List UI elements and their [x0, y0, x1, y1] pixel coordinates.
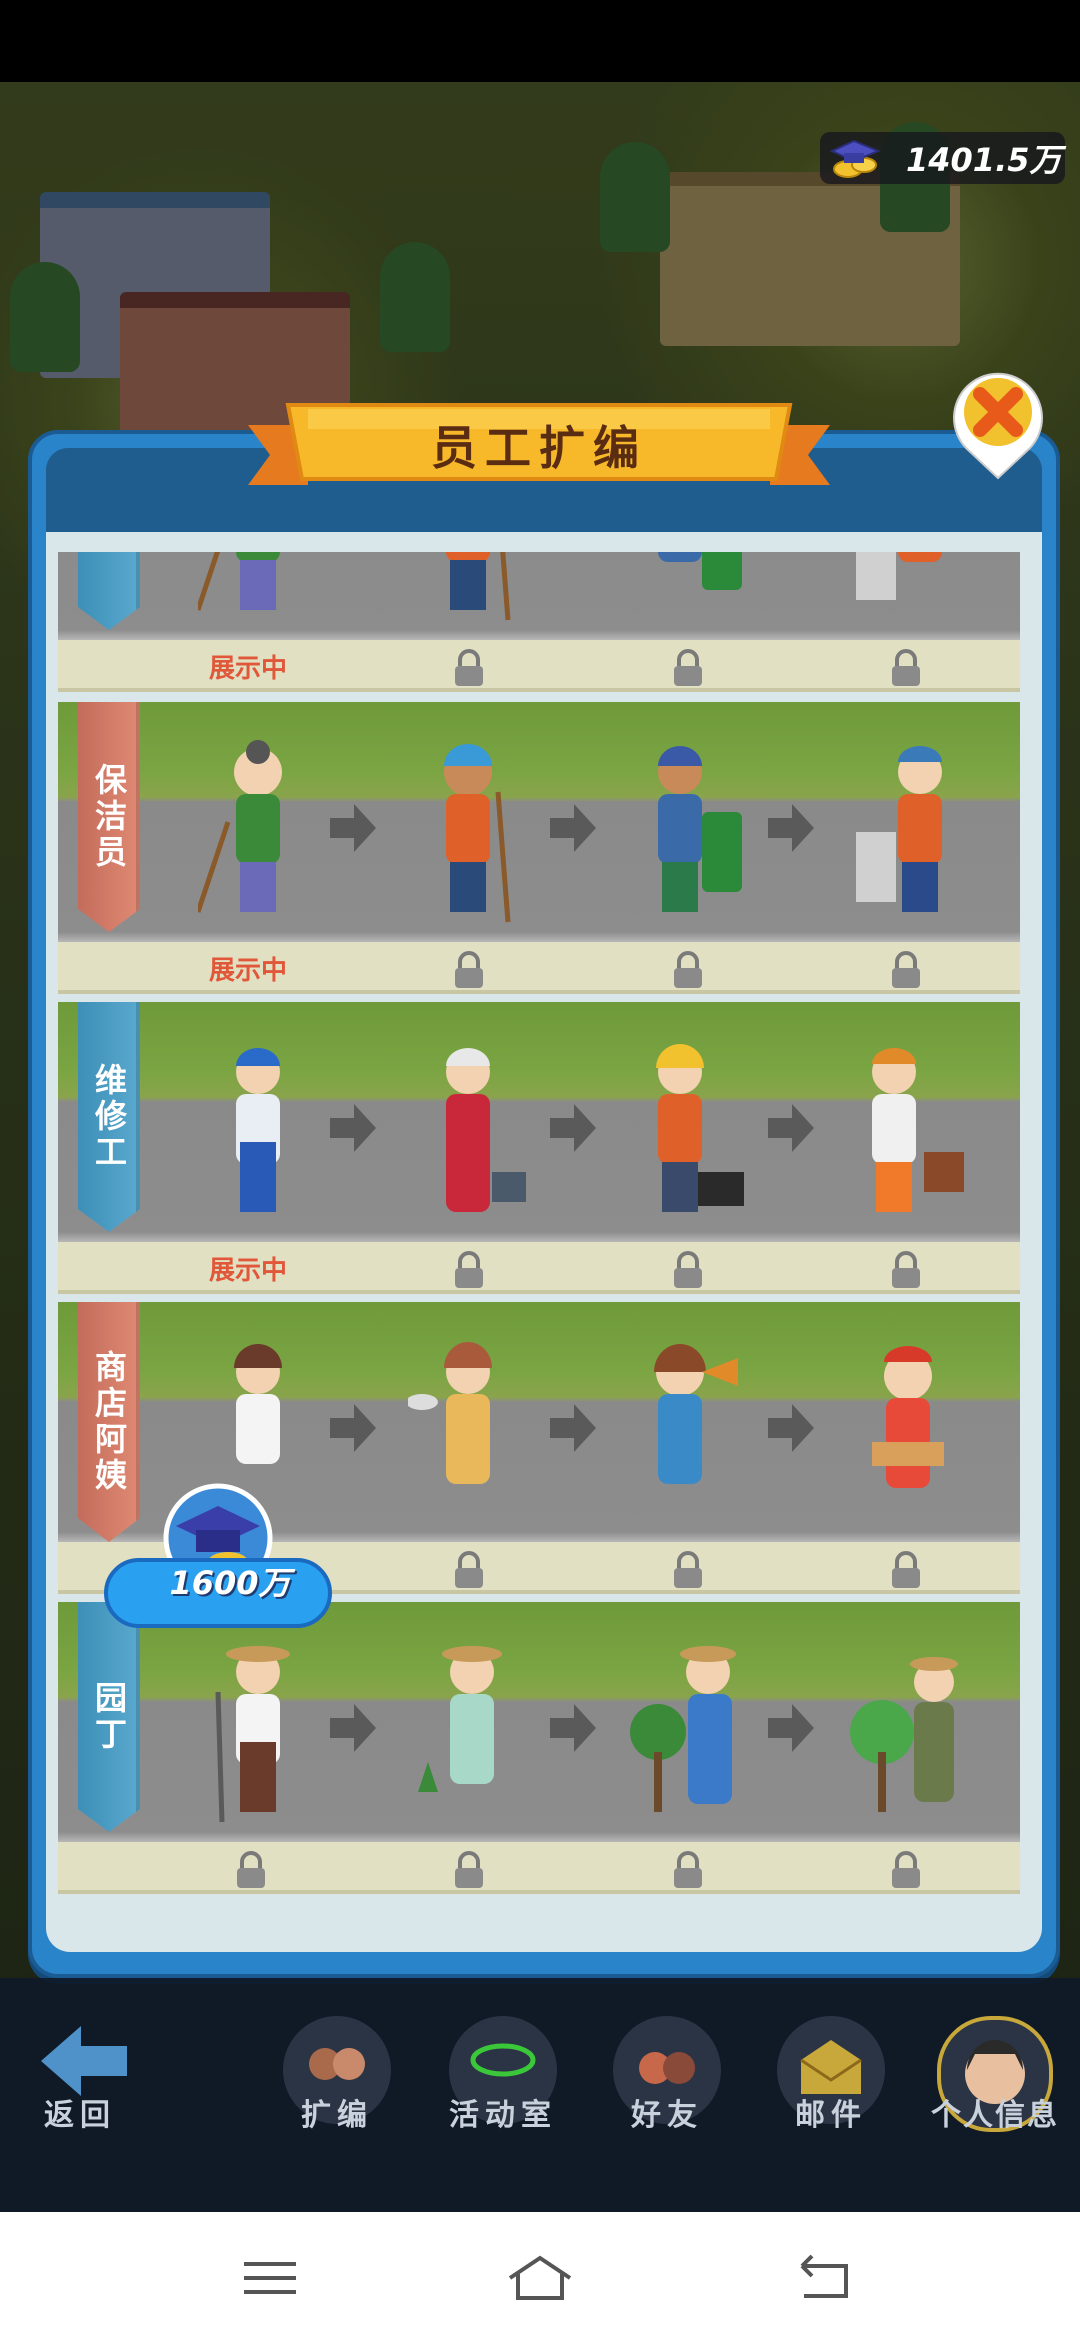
- shop-aunt-level-2: [408, 1342, 492, 1484]
- lock-icon: [674, 1851, 702, 1888]
- cleaner-level-1: [198, 552, 280, 611]
- repairman-level-3: [656, 1044, 744, 1212]
- cleaner-level-4: [856, 552, 942, 600]
- staff-row-cleaner-top: 洁员 展示中: [58, 552, 1020, 692]
- repairman-level-1: [236, 1048, 280, 1212]
- status-bar: [0, 0, 1080, 82]
- upgrade-arrow-icon: [330, 804, 376, 852]
- dialog-title-ribbon: 员工扩编: [248, 395, 830, 495]
- upgrade-arrow-icon: [546, 552, 598, 554]
- gardener-level-2: [418, 1646, 502, 1792]
- lock-icon: [674, 649, 702, 686]
- status-showing: 展示中: [208, 956, 287, 986]
- upgrade-arrow-icon: [550, 1704, 596, 1752]
- lock-icon: [892, 649, 920, 686]
- lock-icon: [892, 1551, 920, 1588]
- profile-label: 个人信息: [931, 2098, 1059, 2133]
- mail-label: 邮件: [795, 2098, 867, 2133]
- currency-display: 1401.5万: [820, 132, 1065, 184]
- cleaner-level-2: [446, 552, 511, 621]
- cleaner-level-1: [198, 740, 282, 913]
- currency-value: 1401.5万: [906, 141, 1062, 179]
- lock-icon: [892, 1851, 920, 1888]
- cleaner-level-3: [658, 746, 742, 912]
- upgrade-arrow-icon: [330, 1404, 376, 1452]
- upgrade-arrow-icon: [768, 804, 814, 852]
- lock-icon: [674, 1551, 702, 1588]
- cleaner-level-4: [856, 746, 942, 912]
- home-icon[interactable]: [500, 2252, 580, 2302]
- upgrade-arrow-icon: [768, 1104, 814, 1152]
- activity-room-label: 活动室: [449, 2098, 557, 2133]
- cleaner-level-3: [658, 552, 742, 590]
- expand-label: 扩编: [301, 2098, 373, 2133]
- row-label: 维修工: [78, 1002, 140, 1232]
- friends-label: 好友: [631, 2098, 703, 2133]
- upgrade-arrow-icon: [768, 1704, 814, 1752]
- gardener-level-3: [630, 1646, 736, 1812]
- gardener-level-1: [215, 1646, 290, 1823]
- upgrade-arrow-icon: [330, 1104, 376, 1152]
- menu-icon[interactable]: [230, 2252, 310, 2302]
- unlock-price: 1600万: [169, 1564, 291, 1602]
- lock-icon: [892, 951, 920, 988]
- lock-icon: [674, 951, 702, 988]
- lock-icon: [455, 1551, 483, 1588]
- lock-icon: [674, 1251, 702, 1288]
- repairman-level-4: [872, 1048, 964, 1212]
- lock-icon: [237, 1851, 265, 1888]
- lock-icon: [455, 951, 483, 988]
- upgrade-arrow-icon: [768, 1404, 814, 1452]
- upgrade-arrow-icon: [326, 552, 378, 554]
- lock-icon: [455, 1851, 483, 1888]
- upgrade-arrow-icon: [550, 1104, 596, 1152]
- close-icon[interactable]: [946, 360, 1050, 484]
- status-showing: 展示中: [208, 1256, 287, 1286]
- shop-aunt-level-4: [872, 1346, 944, 1488]
- staff-row-cleaner[interactable]: 保洁员 展示中: [58, 702, 1020, 994]
- staff-row-gardener[interactable]: 园丁: [58, 1602, 1020, 1894]
- dialog-title: 员工扩编: [431, 421, 647, 475]
- lock-icon: [455, 1251, 483, 1288]
- gardener-level-4: [850, 1657, 958, 1812]
- repairman-level-2: [446, 1048, 526, 1212]
- back-icon[interactable]: [784, 2252, 864, 2302]
- shop-aunt-level-3: [654, 1344, 738, 1484]
- upgrade-arrow-icon: [330, 1704, 376, 1752]
- upgrade-arrow-icon: [550, 804, 596, 852]
- status-showing: 展示中: [208, 654, 287, 684]
- graduation-cap-coin-icon: [829, 139, 881, 178]
- cleaner-level-2: [444, 744, 511, 923]
- staff-list[interactable]: 洁员 展示中 保洁员 展示中 维修工: [58, 552, 1020, 1932]
- lock-icon: [455, 649, 483, 686]
- staff-row-repairman[interactable]: 维修工 展示中: [58, 1002, 1020, 1294]
- back-label: 返回: [44, 2098, 116, 2133]
- upgrade-arrow-icon: [764, 552, 816, 554]
- upgrade-arrow-icon: [550, 1404, 596, 1452]
- lock-icon: [892, 1251, 920, 1288]
- row-label: 保洁员: [78, 702, 140, 932]
- unlock-price-badge[interactable]: [100, 1482, 336, 1630]
- row-label: 园丁: [78, 1602, 140, 1832]
